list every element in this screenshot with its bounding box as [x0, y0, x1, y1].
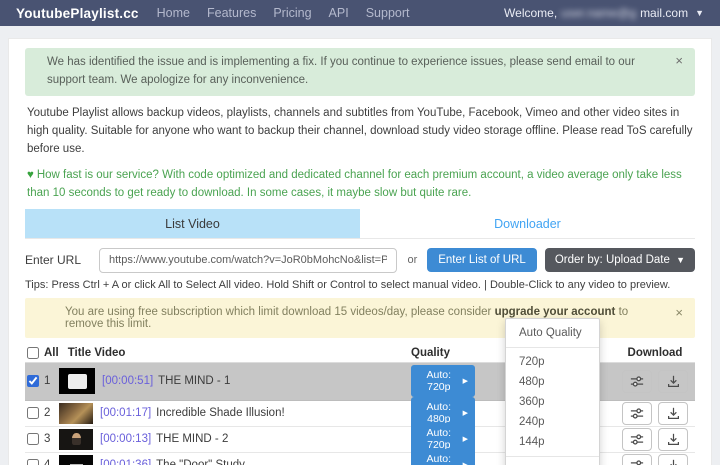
quality-dropdown-button[interactable]: Auto: 720p ▶: [411, 365, 475, 398]
quality-option-auto[interactable]: Auto Quality: [506, 323, 599, 343]
caret-right-icon: ▶: [462, 410, 468, 418]
speed-note: ♥ How fast is our service? With code opti…: [27, 166, 693, 203]
main-card: We has identified the issue and is imple…: [8, 38, 712, 465]
header-quality: Quality: [411, 346, 450, 359]
video-thumbnail[interactable]: [59, 454, 93, 465]
order-by-dropdown[interactable]: Order by: Upload Date ▼: [544, 248, 695, 273]
video-duration: [00:00:51]: [102, 375, 154, 388]
account-menu[interactable]: Welcome, user.name@g mail.com ▼: [504, 6, 704, 20]
quality-option-360p[interactable]: 360p: [506, 392, 599, 412]
nav-item-api[interactable]: API: [329, 6, 349, 20]
chevron-down-icon: ▼: [676, 255, 685, 266]
header-title-video: Title Video: [67, 346, 126, 359]
row-number: 2: [44, 407, 51, 420]
sliders-icon: [630, 460, 643, 465]
header-all: All: [44, 346, 59, 359]
url-row: Enter URL or Enter List of URL Order by:…: [25, 247, 695, 273]
video-thumbnail[interactable]: [59, 428, 93, 450]
download-options-button[interactable]: [621, 453, 652, 465]
tab-bar: List Video Downloader: [25, 208, 695, 239]
row-number: 4: [44, 459, 56, 465]
nav-item-support[interactable]: Support: [366, 6, 410, 20]
url-input[interactable]: [99, 247, 398, 273]
nav-item-features[interactable]: Features: [207, 6, 256, 20]
dropdown-divider: [506, 347, 599, 348]
download-button[interactable]: [658, 427, 689, 451]
row-number: 3: [44, 433, 51, 446]
tab-list-video[interactable]: List Video: [25, 208, 360, 238]
welcome-label: Welcome,: [504, 6, 558, 20]
heart-icon: ♥: [27, 168, 34, 181]
sliders-icon: [630, 408, 643, 419]
video-title: THE MIND - 2: [156, 433, 229, 446]
download-icon: [667, 433, 679, 445]
download-button[interactable]: [658, 453, 689, 465]
download-options-button[interactable]: [621, 427, 652, 451]
select-all-checkbox[interactable]: [27, 346, 39, 359]
quality-option-240p[interactable]: 240p: [506, 412, 599, 432]
row-checkbox[interactable]: [27, 459, 39, 465]
caret-right-icon: ▶: [462, 436, 468, 444]
account-email-blurred: user.name@g: [561, 6, 637, 20]
video-duration: [00:01:17]: [100, 407, 152, 420]
download-icon: [667, 375, 679, 387]
download-button[interactable]: [658, 401, 689, 425]
speed-note-text: How fast is our service? With code optim…: [27, 168, 682, 200]
dropdown-divider: [506, 456, 599, 457]
chevron-down-icon: ▼: [695, 8, 704, 18]
quality-option-144p[interactable]: 144p: [506, 432, 599, 452]
sliders-icon: [630, 376, 643, 387]
header-download: Download: [627, 346, 683, 359]
video-title: THE MIND - 1: [158, 375, 231, 388]
download-button[interactable]: [658, 369, 689, 393]
video-thumbnail[interactable]: [59, 402, 93, 424]
video-duration: [00:01:36]: [100, 459, 151, 465]
brand-logo[interactable]: YoutubePlaylist.cc: [16, 6, 139, 21]
quality-option-480p[interactable]: 480p: [506, 372, 599, 392]
video-duration: [00:00:13]: [100, 433, 152, 446]
quality-dropdown-menu: Auto Quality 720p 480p 360p 240p 144p MP…: [505, 318, 600, 465]
close-icon[interactable]: ×: [675, 306, 683, 319]
video-thumbnail[interactable]: [59, 368, 95, 395]
row-checkbox[interactable]: [27, 433, 39, 446]
close-icon[interactable]: ×: [675, 54, 683, 67]
video-title: The "Door" Study: [156, 459, 245, 465]
or-label: or: [407, 254, 418, 267]
download-options-button[interactable]: [621, 369, 652, 393]
quality-option-720p[interactable]: 720p: [506, 352, 599, 372]
enter-list-of-url-button[interactable]: Enter List of URL: [427, 248, 537, 273]
sliders-icon: [630, 434, 643, 445]
nav-links: Home Features Pricing API Support: [157, 6, 410, 20]
download-icon: [669, 459, 677, 465]
row-checkbox[interactable]: [27, 407, 39, 420]
video-title: Incredible Shade Illusion!: [156, 407, 285, 420]
warning-text-before: You are using free subscription which li…: [65, 305, 495, 318]
info-alert: We has identified the issue and is imple…: [25, 48, 695, 96]
tab-downloader[interactable]: Downloader: [360, 208, 695, 238]
download-options-button[interactable]: [621, 401, 652, 425]
quality-option-mp3[interactable]: MP3-320Kbps: [506, 461, 599, 465]
row-number: 1: [44, 375, 51, 388]
url-label: Enter URL: [25, 253, 82, 268]
caret-right-icon: ▶: [462, 378, 468, 386]
top-navbar: YoutubePlaylist.cc Home Features Pricing…: [0, 0, 720, 26]
row-checkbox[interactable]: [27, 375, 39, 388]
quality-dropdown-button[interactable]: Auto: 480p▶: [411, 449, 475, 465]
intro-text: Youtube Playlist allows backup videos, p…: [27, 106, 693, 156]
account-email-domain: mail.com: [640, 6, 689, 20]
download-icon: [667, 407, 679, 419]
upgrade-account-link[interactable]: upgrade your account: [495, 306, 616, 318]
nav-item-pricing[interactable]: Pricing: [273, 6, 311, 20]
nav-item-home[interactable]: Home: [157, 6, 190, 20]
caret-right-icon: ▶: [463, 461, 468, 465]
tips-text: Tips: Press Ctrl + A or click All to Sel…: [25, 278, 671, 291]
info-alert-text: We has identified the issue and is imple…: [47, 56, 635, 86]
